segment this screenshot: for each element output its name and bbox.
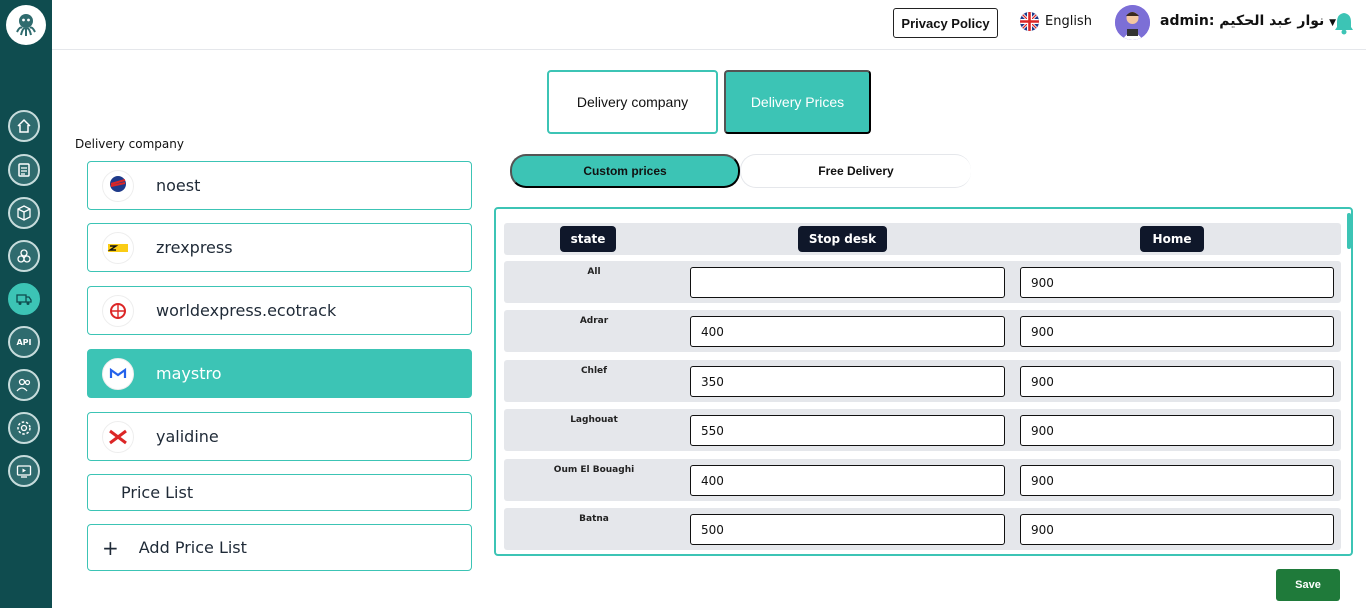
- state-name: Adrar: [579, 316, 609, 326]
- settings-gear-icon[interactable]: [8, 412, 40, 444]
- sidebar: API: [0, 0, 52, 608]
- api-icon-label: API: [16, 337, 32, 347]
- stop-desk-price-input[interactable]: [690, 465, 1005, 496]
- table-scrollbar[interactable]: [1347, 213, 1351, 249]
- header-stop-desk: Stop desk: [798, 226, 887, 252]
- categories-icon[interactable]: [8, 240, 40, 272]
- stop-desk-price-input[interactable]: [690, 415, 1005, 446]
- tab-delivery-prices[interactable]: Delivery Prices: [724, 70, 871, 134]
- price-mode-toggle: Custom prices Free Delivery: [510, 154, 971, 188]
- free-delivery-tab[interactable]: Free Delivery: [740, 154, 971, 188]
- company-name: zrexpress: [156, 238, 233, 257]
- home-price-input[interactable]: [1020, 514, 1334, 545]
- header-state: state: [560, 226, 616, 252]
- users-icon[interactable]: [8, 369, 40, 401]
- company-item-yalidine[interactable]: yalidine: [87, 412, 472, 461]
- orders-clipboard-icon[interactable]: [8, 154, 40, 186]
- api-icon[interactable]: API: [8, 326, 40, 358]
- home-price-input[interactable]: [1020, 415, 1334, 446]
- company-name: maystro: [156, 364, 222, 383]
- state-name: Laghouat: [570, 415, 618, 425]
- state-name: All: [587, 267, 601, 277]
- user-name: admin: نوار عبد الحكيم: [1160, 13, 1325, 29]
- uk-flag-icon: [1020, 12, 1039, 31]
- state-name: Batna: [579, 514, 609, 524]
- state-name: Oum El Bouaghi: [553, 465, 635, 475]
- table-row: Laghouat: [504, 409, 1341, 451]
- delivery-truck-icon[interactable]: [8, 283, 40, 315]
- company-item-maystro[interactable]: maystro: [87, 349, 472, 398]
- octopus-logo-icon[interactable]: [6, 5, 46, 45]
- stop-desk-price-input[interactable]: [690, 267, 1005, 298]
- table-header: state Stop desk Home: [504, 223, 1341, 255]
- stop-desk-price-input[interactable]: [690, 366, 1005, 397]
- company-name: noest: [156, 176, 201, 195]
- header-home: Home: [1140, 226, 1204, 252]
- price-table-panel: state Stop desk Home All Adrar Chlef Lag…: [494, 207, 1353, 556]
- zrexpress-logo-icon: [102, 231, 134, 264]
- state-name: Chlef: [580, 366, 608, 376]
- tab-delivery-company[interactable]: Delivery company: [547, 70, 718, 134]
- stop-desk-price-input[interactable]: [690, 316, 1005, 347]
- table-row: Chlef: [504, 360, 1341, 402]
- save-button[interactable]: Save: [1276, 569, 1340, 601]
- table-row: Batna: [504, 508, 1341, 550]
- price-list-label: Price List: [121, 483, 194, 502]
- section-label: Delivery company: [75, 137, 184, 151]
- company-item-worldexpress[interactable]: worldexpress.ecotrack: [87, 286, 472, 335]
- home-price-input[interactable]: [1020, 366, 1334, 397]
- home-price-input[interactable]: [1020, 465, 1334, 496]
- video-tutorial-icon[interactable]: [8, 455, 40, 487]
- stop-desk-price-input[interactable]: [690, 514, 1005, 545]
- company-name: yalidine: [156, 427, 219, 446]
- table-row: All: [504, 261, 1341, 303]
- worldexpress-logo-icon: [102, 294, 134, 327]
- company-item-noest[interactable]: noest: [87, 161, 472, 210]
- add-price-list-button[interactable]: + Add Price List: [87, 524, 472, 571]
- home-price-input[interactable]: [1020, 316, 1334, 347]
- price-list-item[interactable]: Price List: [87, 474, 472, 511]
- table-row: Oum El Bouaghi: [504, 459, 1341, 501]
- noest-logo-icon: [102, 169, 134, 202]
- home-price-input[interactable]: [1020, 267, 1334, 298]
- plus-icon: +: [102, 535, 119, 560]
- language-label: English: [1045, 14, 1092, 29]
- custom-prices-tab[interactable]: Custom prices: [510, 154, 740, 188]
- language-selector[interactable]: English: [1020, 12, 1092, 31]
- yalidine-logo-icon: [102, 420, 134, 453]
- add-price-list-label: Add Price List: [138, 538, 247, 557]
- privacy-policy-button[interactable]: Privacy Policy: [893, 8, 998, 38]
- notification-bell-icon[interactable]: [1333, 11, 1355, 39]
- product-box-icon[interactable]: [8, 197, 40, 229]
- company-name: worldexpress.ecotrack: [156, 301, 337, 320]
- table-row: Adrar: [504, 310, 1341, 352]
- user-avatar[interactable]: [1115, 5, 1150, 40]
- maystro-logo-icon: [102, 357, 134, 390]
- home-icon[interactable]: [8, 110, 40, 142]
- company-item-zrexpress[interactable]: zrexpress: [87, 223, 472, 272]
- user-menu[interactable]: admin: نوار عبد الحكيم ▼: [1160, 13, 1336, 29]
